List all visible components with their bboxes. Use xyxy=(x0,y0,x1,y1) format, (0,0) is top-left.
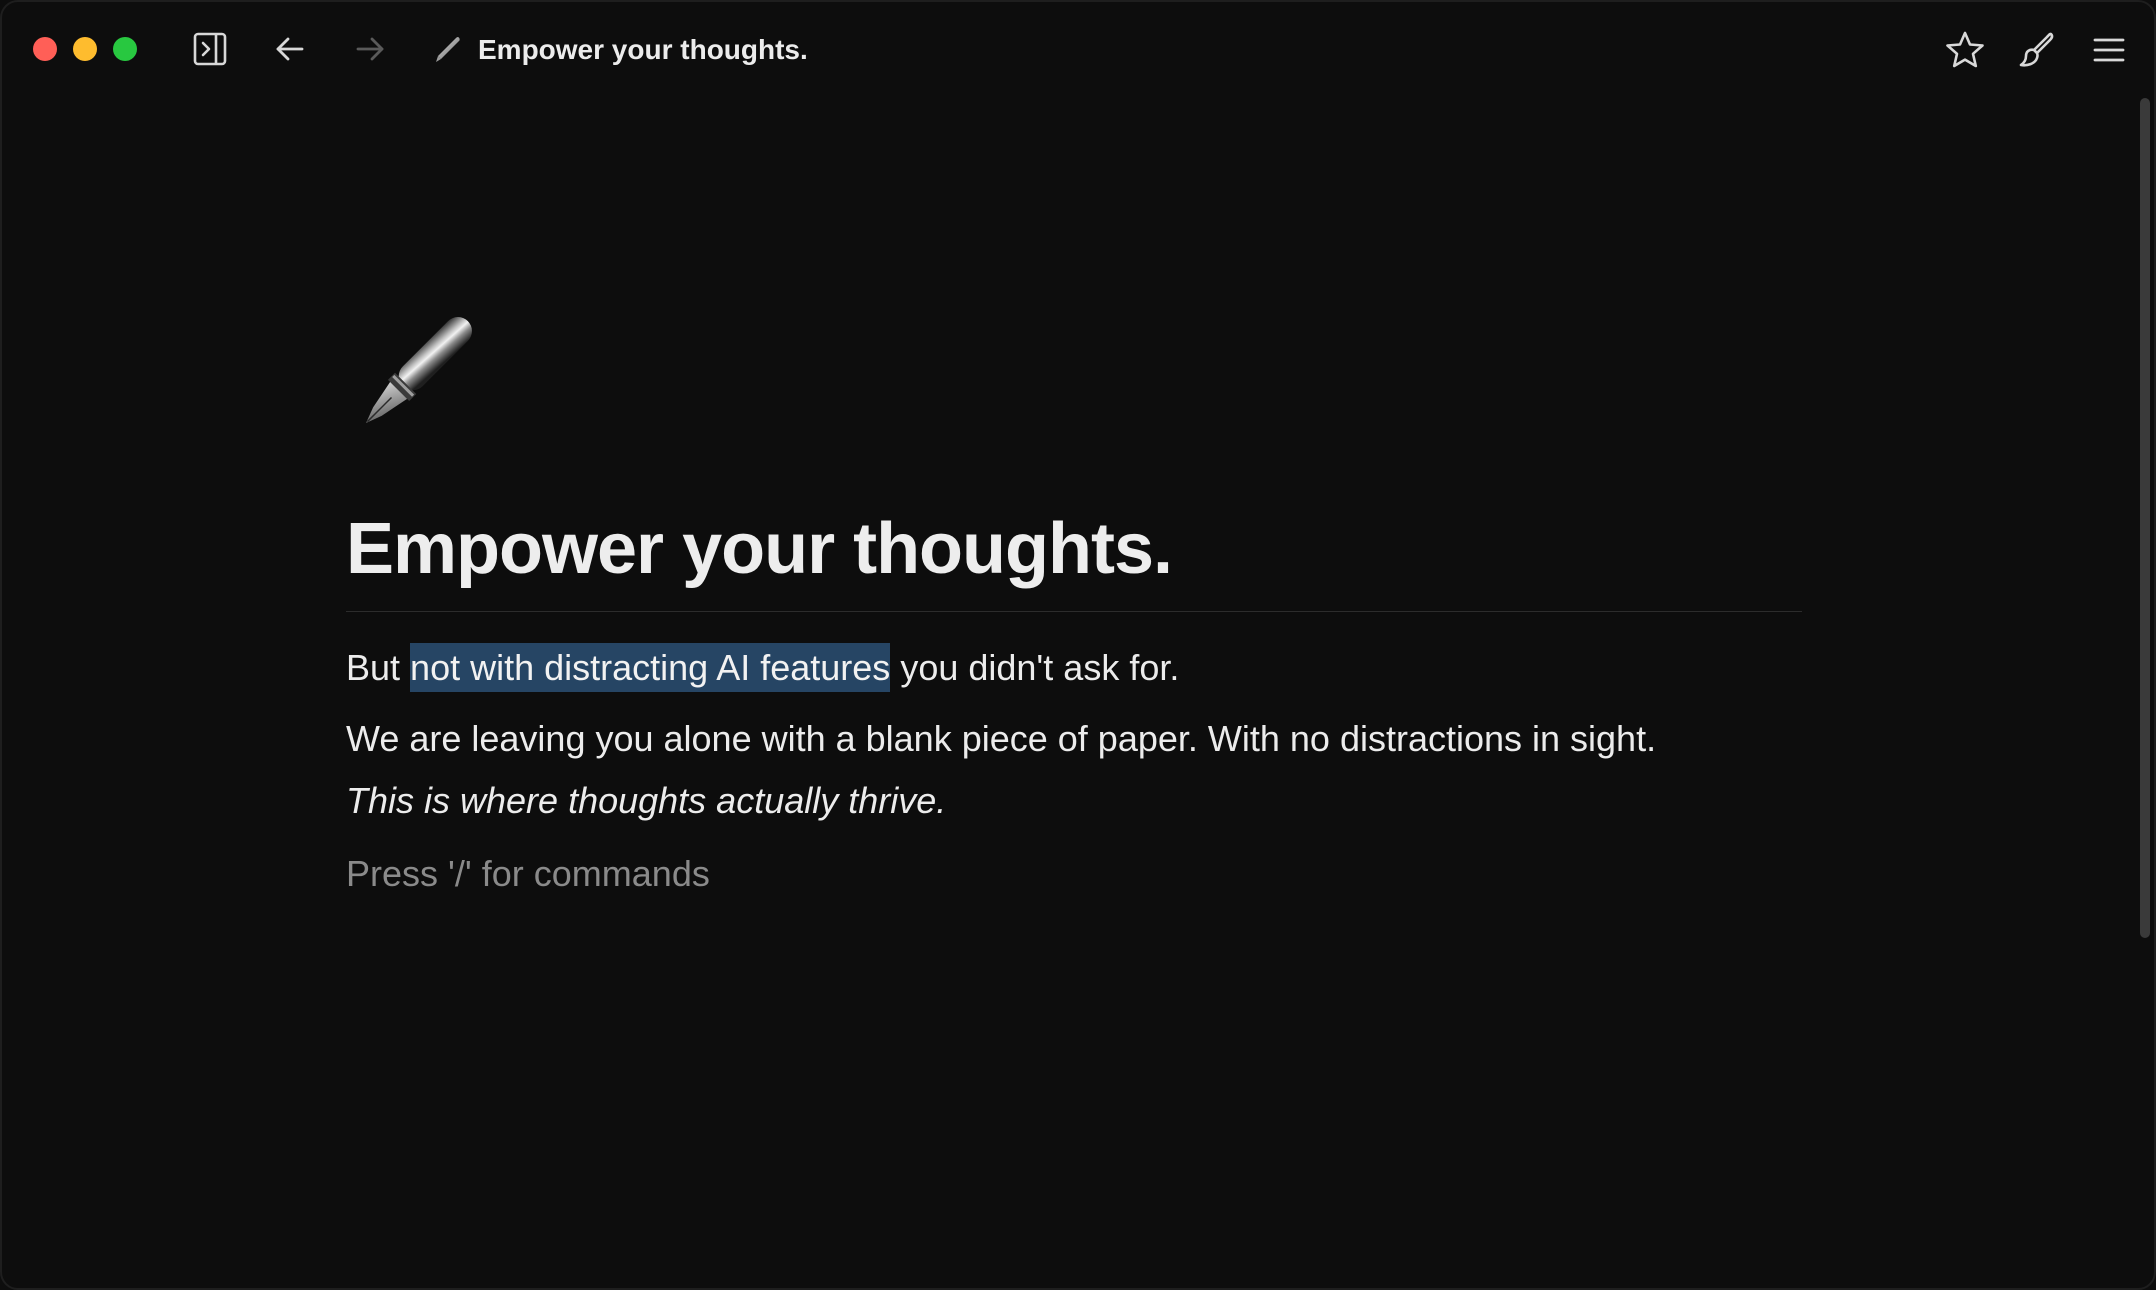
window-maximize-button[interactable] xyxy=(113,37,137,61)
appearance-button[interactable] xyxy=(2016,29,2058,71)
paragraph-2[interactable]: We are leaving you alone with a blank pi… xyxy=(346,717,1802,760)
star-icon xyxy=(1946,31,1984,68)
app-window: Empower your thoughts. Empower your thou… xyxy=(0,0,2156,1290)
document-title-label: Empower your thoughts. xyxy=(478,34,808,65)
document-editor[interactable]: Empower your thoughts. But not with dist… xyxy=(346,302,1802,895)
page-icon[interactable] xyxy=(342,302,482,452)
paragraph-1-suffix: you didn't ask for. xyxy=(890,647,1180,689)
hamburger-menu-icon xyxy=(2093,38,2125,62)
document-title-tab[interactable]: Empower your thoughts. xyxy=(432,30,808,70)
forward-button[interactable] xyxy=(349,28,391,70)
title-bar: Empower your thoughts. xyxy=(2,2,2154,98)
page-title[interactable]: Empower your thoughts. xyxy=(346,509,1802,613)
paragraph-1[interactable]: But not with distracting AI features you… xyxy=(346,643,1802,693)
sidebar-toggle-button[interactable] xyxy=(189,28,231,70)
arrow-right-icon xyxy=(356,37,384,61)
command-placeholder[interactable]: Press '/' for commands xyxy=(346,852,1802,895)
fountain-pen-icon xyxy=(436,37,460,62)
vertical-scrollbar[interactable] xyxy=(2140,98,2150,938)
back-button[interactable] xyxy=(269,28,311,70)
window-close-button[interactable] xyxy=(33,37,57,61)
sidebar-toggle-icon xyxy=(193,32,227,66)
paragraph-3-italic[interactable]: This is where thoughts actually thrive. xyxy=(346,779,1802,822)
brush-icon xyxy=(2019,32,2054,67)
window-minimize-button[interactable] xyxy=(73,37,97,61)
menu-button[interactable] xyxy=(2088,29,2130,71)
selected-text[interactable]: not with distracting AI features xyxy=(410,643,891,693)
arrow-left-icon xyxy=(276,37,304,61)
paragraph-1-prefix: But xyxy=(346,647,411,689)
fountain-pen-icon xyxy=(366,317,472,423)
favorite-button[interactable] xyxy=(1944,29,1986,71)
